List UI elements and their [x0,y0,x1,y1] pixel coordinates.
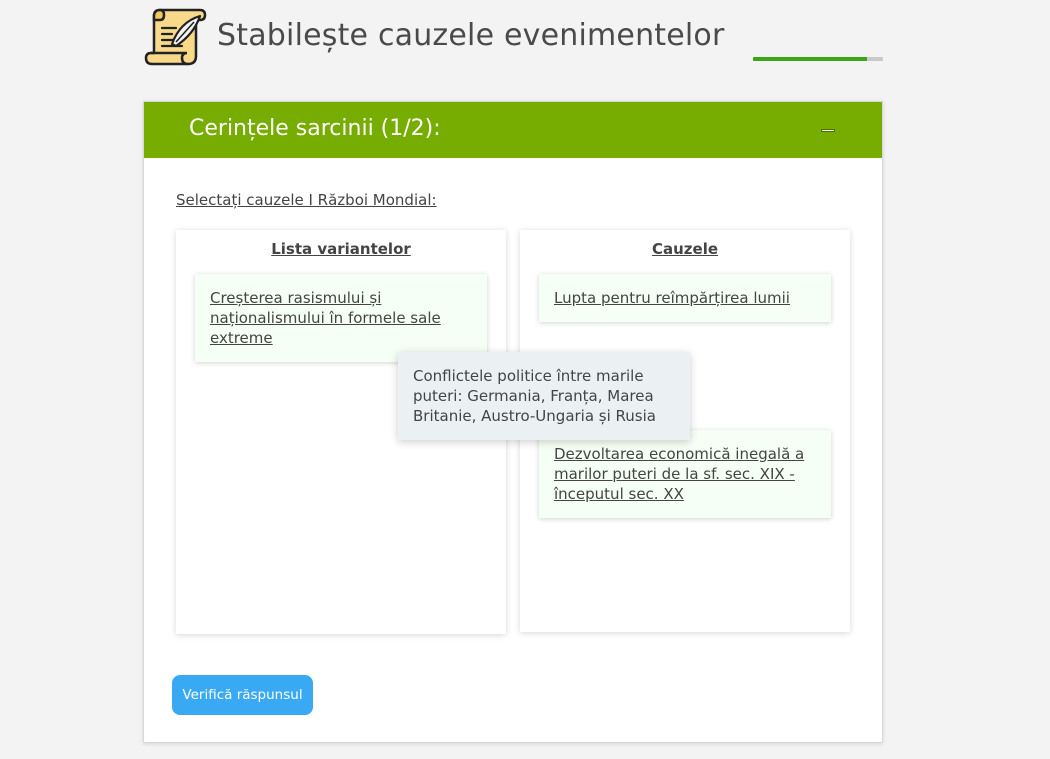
page-title: Stabilește cauzele evenimentelor [217,18,725,53]
task-prompt: Selectați cauzele I Război Mondial: [176,191,437,209]
dragging-item[interactable]: Conflictele politice între marile puteri… [398,352,690,440]
task-card-header: Cerințele sarcinii (1/2): [144,102,882,158]
option-item[interactable]: Creșterea rasismului și naționalismului … [195,274,487,362]
options-list-title: Lista variantelor [271,240,411,258]
minus-icon [821,129,835,132]
progress-bar-fill [753,57,868,61]
causes-title: Cauzele [651,240,719,258]
collapse-button[interactable] [814,123,842,139]
cause-item[interactable]: Lupta pentru reîmpărțirea lumii [539,274,831,322]
cause-item[interactable]: Dezvoltarea economică inegală a marilor … [539,430,831,518]
check-answer-button[interactable]: Verifică răspunsul [172,675,313,715]
scroll-quill-icon [142,4,208,70]
progress-bar [753,57,883,61]
task-requirements-title: Cerințele sarcinii (1/2): [189,116,441,141]
page: Stabilește cauzele evenimentelor Cerințe… [0,0,1050,759]
